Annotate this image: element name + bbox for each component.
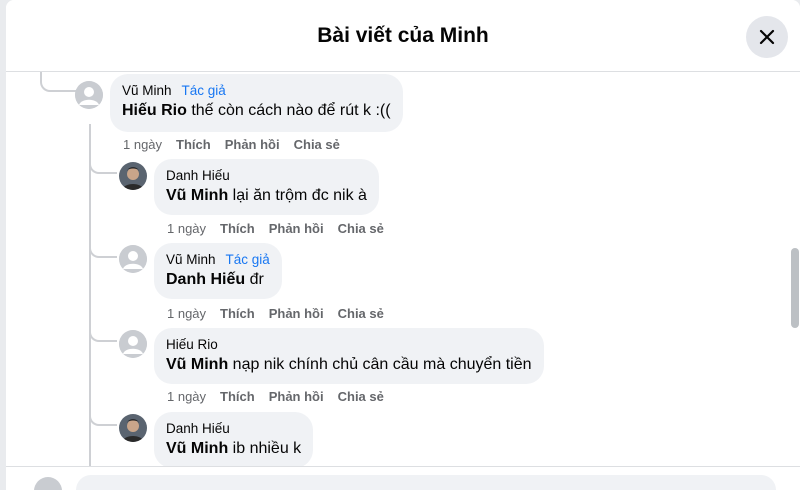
scrollbar-thumb[interactable] (791, 248, 799, 328)
user-photo-icon (119, 162, 147, 190)
comment-actions: 1 ngày Thích Phản hồi Chia sẻ (167, 389, 398, 404)
avatar[interactable] (119, 330, 147, 358)
comment-text: lại ăn trộm đc nik à (228, 187, 367, 204)
comment-time[interactable]: 1 ngày (167, 389, 206, 404)
thread-connector (89, 326, 117, 342)
mention[interactable]: Vũ Minh (166, 356, 228, 373)
comment-time[interactable]: 1 ngày (123, 137, 162, 152)
like-button[interactable]: Thích (220, 221, 255, 236)
like-button[interactable]: Thích (220, 306, 255, 321)
comment-bubble: Vũ Minh Tác giả Danh Hiếu đr (154, 243, 282, 299)
comment-text: ib nhiều k (228, 440, 302, 457)
comment-input[interactable] (76, 475, 776, 490)
comment-list: Vũ Minh Tác giả Hiếu Rio thế còn cách nào… (6, 72, 800, 466)
avatar[interactable] (119, 245, 147, 273)
thread-connector (40, 72, 76, 92)
like-button[interactable]: Thích (220, 389, 255, 404)
default-avatar-icon (75, 81, 103, 109)
share-button[interactable]: Chia sẻ (338, 306, 384, 321)
mention[interactable]: Vũ Minh (166, 440, 228, 457)
avatar[interactable] (75, 81, 103, 109)
comment-bubble: Hiếu Rio Vũ Minh nạp nik chính chủ cân c… (154, 328, 544, 384)
mention[interactable]: Hiếu Rio (122, 102, 187, 119)
comment-text: thế còn cách nào để rút k :(( (186, 102, 391, 119)
avatar (34, 477, 62, 490)
comment-time[interactable]: 1 ngày (167, 306, 206, 321)
share-button[interactable]: Chia sẻ (338, 221, 384, 236)
default-avatar-icon (119, 330, 147, 358)
comment-bubble: Danh Hiếu Vũ Minh ib nhiều k (154, 412, 314, 466)
comment-actions: 1 ngày Thích Phản hồi Chia sẻ (123, 137, 354, 152)
avatar[interactable] (119, 414, 147, 442)
comment-composer (6, 466, 800, 490)
thread-connector (89, 410, 117, 426)
thread-connector (89, 158, 117, 174)
modal-title: Bài viết của Minh (317, 24, 489, 47)
comment-author[interactable]: Danh Hiếu (166, 168, 230, 183)
author-badge: Tác giả (225, 252, 270, 267)
thread-connector (89, 242, 117, 258)
reply-button[interactable]: Phản hồi (269, 221, 324, 236)
reply-button[interactable]: Phản hồi (269, 389, 324, 404)
user-photo-icon (119, 414, 147, 442)
comment-author[interactable]: Vũ Minh (166, 252, 216, 267)
like-button[interactable]: Thích (176, 137, 211, 152)
comment-text: đr (245, 271, 264, 288)
comment-author[interactable]: Danh Hiếu (166, 421, 230, 436)
comment-bubble: Danh Hiếu Vũ Minh lại ăn trộm đc nik à (154, 159, 379, 215)
comment-time[interactable]: 1 ngày (167, 221, 206, 236)
close-icon (759, 29, 775, 45)
reply-button[interactable]: Phản hồi (225, 137, 280, 152)
comment-text: nạp nik chính chủ cân cầu mà chuyển tiền (228, 356, 532, 373)
default-avatar-icon (119, 245, 147, 273)
post-modal: Bài viết của Minh Vũ Minh Tác giả Hiếu R… (6, 0, 800, 490)
comment-author[interactable]: Hiếu Rio (166, 337, 218, 352)
mention[interactable]: Vũ Minh (166, 187, 228, 204)
avatar[interactable] (119, 162, 147, 190)
comment-actions: 1 ngày Thích Phản hồi Chia sẻ (167, 221, 398, 236)
comment-author[interactable]: Vũ Minh (122, 83, 172, 98)
comment-bubble: Vũ Minh Tác giả Hiếu Rio thế còn cách nào… (110, 74, 403, 132)
close-button[interactable] (746, 16, 788, 58)
comment-actions: 1 ngày Thích Phản hồi Chia sẻ (167, 306, 398, 321)
share-button[interactable]: Chia sẻ (294, 137, 340, 152)
modal-header: Bài viết của Minh (6, 0, 800, 72)
share-button[interactable]: Chia sẻ (338, 389, 384, 404)
reply-button[interactable]: Phản hồi (269, 306, 324, 321)
author-badge: Tác giả (181, 83, 226, 98)
mention[interactable]: Danh Hiếu (166, 271, 245, 288)
